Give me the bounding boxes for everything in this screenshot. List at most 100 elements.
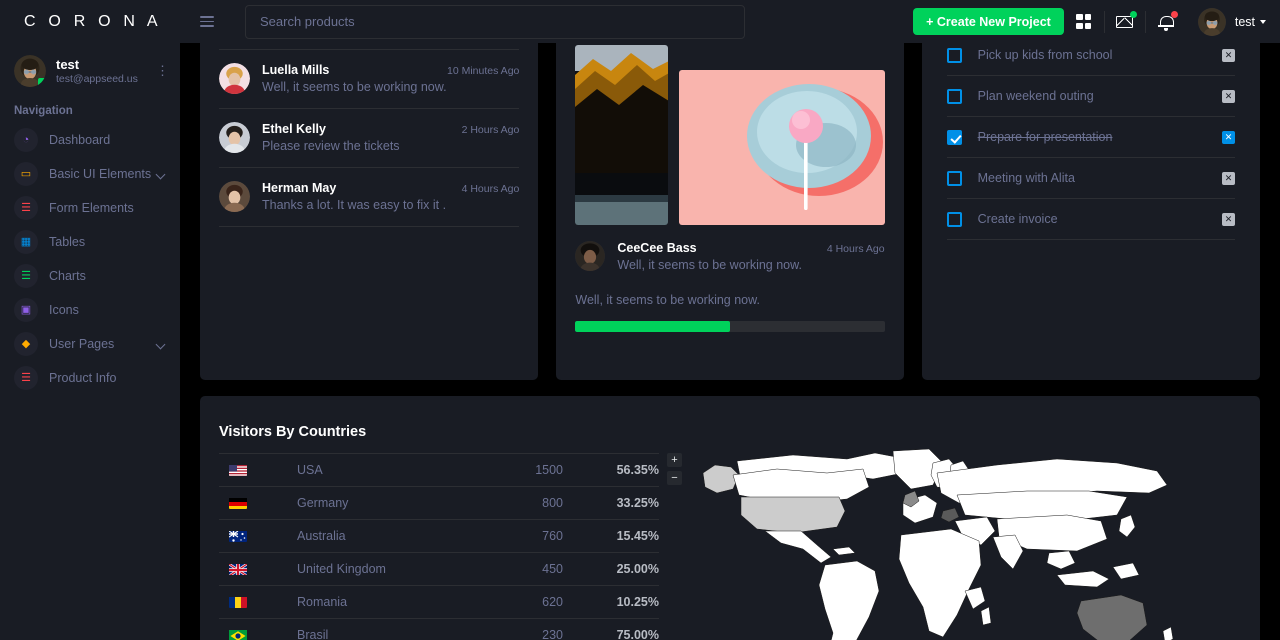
country-name: USA	[297, 463, 323, 477]
sidebar-item-label: Icons	[49, 303, 79, 317]
user-profile-menu[interactable]: test	[1186, 0, 1266, 43]
todo-checkbox[interactable]	[946, 88, 962, 104]
todo-label: Create invoice	[977, 212, 1058, 226]
profile-email: test@appseed.us	[56, 72, 138, 85]
navbar-actions: + Create New Project test	[913, 0, 1280, 43]
top-navbar: C O R O N A + Create New Project	[0, 0, 1280, 43]
flag-usa	[229, 464, 247, 476]
profile-name: test	[56, 56, 80, 72]
sidebar-item-form-elements[interactable]: ☰ Form Elements	[0, 191, 180, 225]
sidebar-item-label: Charts	[49, 269, 86, 283]
sidebar-item-basic-ui-elements[interactable]: ▭ Basic UI Elements	[0, 157, 180, 191]
feed-author-block: CeeCee Bass 4 Hours Ago Well, it seems t…	[556, 225, 903, 272]
hamburger-menu-icon[interactable]	[200, 12, 220, 32]
visitor-percent: 75.00%	[616, 627, 659, 640]
visitors-by-countries-card: Visitors By Countries USA 1500 56.35% Germa…	[200, 396, 1260, 640]
todo-checkbox[interactable]	[946, 47, 962, 63]
table-row: USA 1500 56.35%	[219, 453, 659, 486]
flag-brazil	[229, 629, 247, 640]
feed-author-name: CeeCee Bass	[617, 241, 697, 255]
todo-label: Pick up kids from school	[977, 48, 1113, 62]
mountain-landscape-photo[interactable]	[575, 45, 668, 225]
message-timestamp: 10 Minutes Ago	[446, 65, 520, 77]
todo-label: Meeting with Alita	[977, 171, 1075, 185]
country-name: Romania	[297, 595, 348, 609]
brand-logo[interactable]: C O R O N A	[0, 0, 180, 43]
progress-bar-fill	[575, 321, 730, 332]
avatar	[219, 181, 250, 212]
sidebar-item-tables[interactable]: ▦ Tables	[0, 225, 180, 259]
close-x-icon[interactable]: ✕	[1222, 171, 1235, 185]
list-item[interactable]: Meeting with Alita ✕	[946, 158, 1235, 199]
list-item[interactable]: Well, it seems to be working now.	[219, 43, 520, 50]
sidebar: test test@appseed.us ⋮ Navigation ◔ Dashb…	[0, 43, 180, 640]
list-item[interactable]: Plan weekend outing ✕	[946, 76, 1235, 117]
close-x-icon[interactable]: ✕	[1222, 212, 1235, 226]
visitor-count: 450	[542, 562, 563, 576]
sidebar-item-label: Basic UI Elements	[49, 167, 152, 181]
table-row: Brasil 230 75.00%	[219, 618, 659, 640]
message-header: Herman May 4 Hours Ago	[262, 181, 519, 195]
feed-images	[556, 43, 903, 225]
page-title: Visitors By Countries	[219, 424, 367, 440]
todo-checkbox[interactable]	[946, 129, 962, 145]
brand-name: C O R O N A	[24, 12, 162, 30]
message-timestamp: 4 Hours Ago	[461, 183, 520, 195]
avatar	[1197, 7, 1226, 36]
flag-germany	[229, 497, 247, 509]
feed-timestamp: 4 Hours Ago	[826, 243, 885, 255]
notifications-badge	[1170, 11, 1178, 18]
username-label: test	[1234, 14, 1255, 29]
zoom-out-button[interactable]: −	[667, 471, 682, 485]
feed-caption: Well, it seems to be working now.	[575, 293, 760, 307]
sidebar-item-icons[interactable]: ▣ Icons	[0, 293, 180, 327]
sidebar-item-label: User Pages	[49, 337, 115, 351]
feed-subtitle: Well, it seems to be working now.	[617, 258, 802, 272]
sidebar-item-dashboard[interactable]: ◔ Dashboard	[0, 123, 180, 157]
feed-header: CeeCee Bass 4 Hours Ago	[617, 241, 884, 255]
close-x-icon[interactable]: ✕	[1222, 130, 1235, 144]
pink-lollipop-on-blue-plate-photo[interactable]	[678, 70, 885, 225]
kebab-menu-icon[interactable]: ⋮	[156, 64, 169, 77]
sidebar-item-user-pages[interactable]: ◆ User Pages	[0, 327, 180, 361]
country-name: Australia	[297, 529, 346, 543]
sidebar-item-product-info[interactable]: ☰ Product Info	[0, 361, 180, 395]
world-map[interactable]	[697, 445, 1217, 640]
message-text: Please review the tickets	[262, 139, 400, 153]
visitor-percent: 10.25%	[616, 595, 659, 609]
map-zoom-controls: + −	[667, 453, 682, 485]
list-item[interactable]: Prepare for presentation ✕	[946, 117, 1235, 158]
list-item[interactable]: Luella Mills 10 Minutes Ago Well, it seems…	[219, 50, 520, 109]
list-item[interactable]: Pick up kids from school ✕	[946, 43, 1235, 76]
zoom-in-button[interactable]: +	[667, 453, 682, 467]
table-row: United Kingdom 450 25.00%	[219, 552, 659, 585]
close-x-icon[interactable]: ✕	[1222, 48, 1235, 62]
grid-apps-icon	[1076, 14, 1092, 29]
message-sender: Ethel Kelly	[262, 122, 326, 136]
message-rows: Luella Mills 10 Minutes Ago Well, it seems…	[219, 50, 520, 227]
list-item[interactable]: Create invoice ✕	[946, 199, 1235, 240]
form-lines-icon: ☰	[14, 196, 38, 220]
messages-button[interactable]	[1105, 0, 1145, 43]
shield-user-icon: ◆	[14, 332, 38, 356]
visitor-count: 760	[542, 529, 563, 543]
sidebar-item-charts[interactable]: ☰ Charts	[0, 259, 180, 293]
close-x-icon[interactable]: ✕	[1222, 89, 1235, 103]
create-new-project-button[interactable]: + Create New Project	[913, 8, 1064, 35]
notifications-button[interactable]	[1146, 0, 1186, 43]
search-input[interactable]	[245, 4, 745, 39]
chevron-down-icon	[155, 339, 166, 349]
document-icon: ☰	[14, 366, 38, 390]
sidebar-profile[interactable]: test test@appseed.us ⋮	[0, 43, 180, 97]
message-body: Luella Mills 10 Minutes Ago Well, it seems…	[262, 63, 519, 94]
apps-grid-button[interactable]	[1064, 0, 1104, 43]
todo-checkbox[interactable]	[946, 170, 962, 186]
message-sender: Herman May	[262, 181, 337, 195]
list-item[interactable]: Herman May 4 Hours Ago Thanks a lot. It wa…	[219, 168, 520, 227]
list-item[interactable]: Ethel Kelly 2 Hours Ago Please review the …	[219, 109, 520, 168]
bar-chart-icon: ☰	[14, 264, 38, 288]
message-header: Ethel Kelly 2 Hours Ago	[262, 122, 519, 136]
avatar	[219, 63, 250, 94]
progress-bar-track	[575, 321, 885, 332]
todo-checkbox[interactable]	[946, 211, 962, 227]
